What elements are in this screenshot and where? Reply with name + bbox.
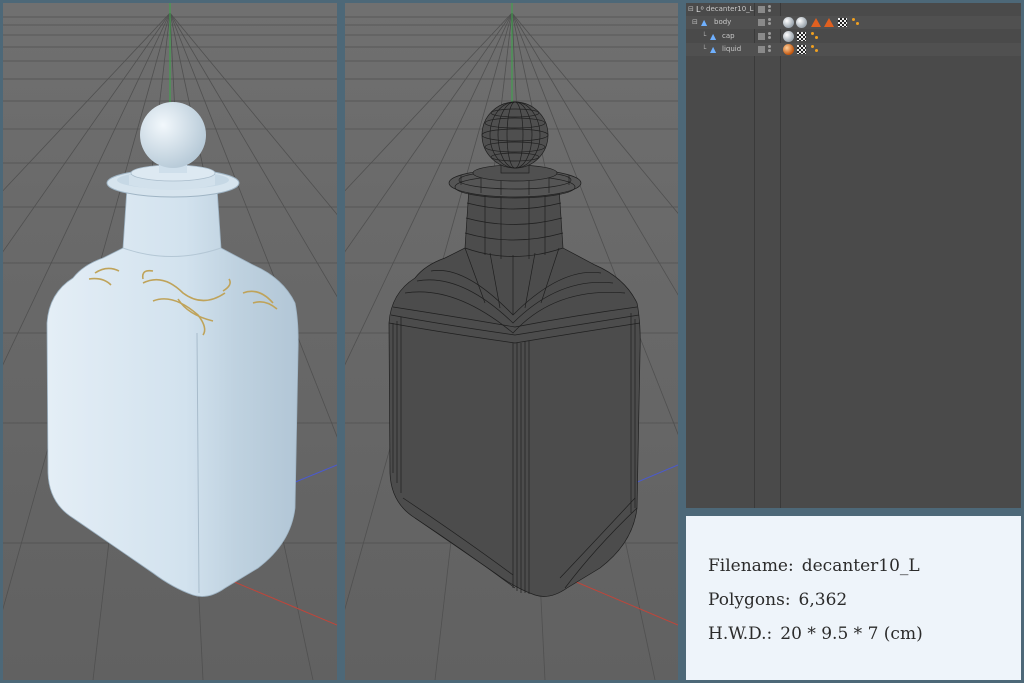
material-orange-icon[interactable] — [783, 44, 794, 55]
visibility-toggle[interactable] — [758, 33, 765, 40]
polygons-value: 6,362 — [798, 590, 848, 610]
polygon-object-icon: ▲ — [710, 32, 717, 41]
polygons-label: Polygons: — [708, 590, 791, 610]
nodes-tag-icon[interactable] — [852, 18, 860, 26]
z-axis-line — [634, 464, 678, 484]
nodes-tag-icon[interactable] — [811, 32, 819, 40]
collapse-toggle-icon[interactable]: ⊟ — [692, 16, 698, 29]
object-name-decanter: decanter10_L — [706, 5, 754, 13]
dimensions-label: H.W.D.: — [708, 624, 773, 644]
model-info-panel: Filename: decanter10_L Polygons: 6,362 H.W… — [686, 516, 1021, 680]
collapse-toggle-icon[interactable]: ⊟ — [688, 3, 694, 16]
triangle-tag-icon[interactable] — [824, 18, 834, 27]
render-toggle-dots[interactable] — [768, 32, 771, 41]
render-toggle-dots[interactable] — [768, 45, 771, 54]
object-name-liquid: liquid — [722, 45, 742, 53]
decanter-shaded[interactable] — [46, 102, 299, 597]
visibility-toggle[interactable] — [758, 46, 765, 53]
checker-tag-icon[interactable] — [797, 45, 806, 54]
polygons-line: Polygons: 6,362 — [708, 590, 855, 610]
checker-tag-icon[interactable] — [797, 32, 806, 41]
material-icon[interactable] — [796, 17, 807, 28]
viewport-wireframe-canvas — [345, 3, 678, 680]
viewport-shaded-canvas — [3, 3, 337, 680]
visibility-toggle[interactable] — [758, 19, 765, 26]
render-toggle-dots[interactable] — [768, 5, 771, 14]
viewport-shaded[interactable] — [3, 3, 337, 680]
viewport-wireframe[interactable] — [345, 3, 678, 680]
dimensions-line: H.W.D.: 20 * 9.5 * 7 (cm) — [708, 624, 931, 644]
object-row-decanter[interactable]: ⊟ L⁰ decanter10_L — [686, 3, 1021, 16]
object-manager: ⊟ L⁰ decanter10_L ⊟ ▲ body └ ▲ cap └ ▲ l… — [686, 3, 1021, 508]
render-toggle-dots[interactable] — [768, 18, 771, 27]
filename-line: Filename: decanter10_L — [708, 556, 928, 576]
visibility-toggle[interactable] — [758, 6, 765, 13]
decanter-wireframe[interactable] — [388, 101, 641, 597]
column-divider — [780, 3, 781, 508]
tree-branch-icon: └ — [702, 45, 707, 53]
null-object-icon: L⁰ — [696, 5, 704, 14]
triangle-tag-icon[interactable] — [811, 18, 821, 27]
polygon-object-icon: ▲ — [710, 45, 717, 54]
object-row-body[interactable]: ⊟ ▲ body — [686, 16, 1021, 29]
dimensions-value: 20 * 9.5 * 7 (cm) — [780, 624, 923, 644]
material-icon[interactable] — [783, 17, 794, 28]
z-axis-line — [292, 464, 337, 484]
object-name-cap: cap — [722, 32, 735, 40]
checker-tag-icon[interactable] — [838, 18, 847, 27]
filename-value: decanter10_L — [801, 556, 920, 576]
object-row-cap[interactable]: └ ▲ cap — [686, 30, 1021, 43]
filename-label: Filename: — [708, 556, 794, 576]
polygon-object-icon: ▲ — [701, 18, 708, 27]
object-row-liquid[interactable]: └ ▲ liquid — [686, 43, 1021, 56]
tree-branch-icon: └ — [702, 32, 707, 40]
object-name-body: body — [714, 18, 732, 26]
material-icon[interactable] — [783, 31, 794, 42]
column-divider — [754, 3, 755, 508]
nodes-tag-icon[interactable] — [811, 45, 819, 53]
